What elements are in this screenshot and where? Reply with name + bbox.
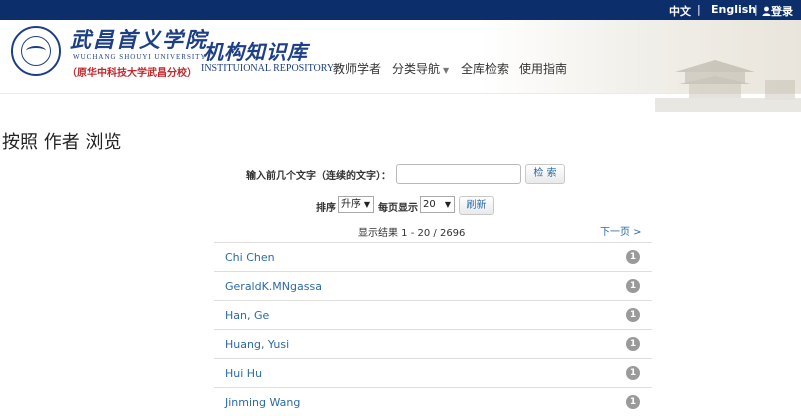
author-name-link[interactable]: GeraldK.MNgassa — [225, 280, 322, 293]
search-input[interactable] — [396, 164, 521, 184]
search-label: 输入前几个文字（连续的文字）： — [246, 171, 391, 182]
sort-order-label: 排序 — [316, 203, 336, 214]
lang-chinese-link[interactable]: 中文 — [669, 3, 691, 19]
results-summary: 显示结果 1 - 20 / 2696 — [358, 228, 466, 239]
lang-separator-2: | — [754, 3, 758, 16]
search-button[interactable]: 检 索 — [525, 164, 565, 184]
list-item[interactable]: Hui Hu 1 — [214, 358, 652, 387]
per-page-value: 20 — [423, 199, 436, 210]
author-name-link[interactable]: Huang, Yusi — [225, 338, 289, 351]
dropdown-arrow-icon-2: ▼ — [444, 200, 451, 209]
nav-item-browse[interactable]: 分类导航 ▼ — [392, 60, 449, 77]
author-list: Chi Chen 1 GeraldK.MNgassa 1 Han, Ge 1 H… — [214, 242, 652, 416]
nav-item-search[interactable]: 全库检索 — [461, 60, 509, 77]
count-badge: 1 — [626, 395, 640, 409]
nav-item-guide[interactable]: 使用指南 — [519, 60, 567, 77]
list-item[interactable]: GeraldK.MNgassa 1 — [214, 271, 652, 300]
dropdown-arrow-icon: ▼ — [363, 200, 370, 209]
count-badge: 1 — [626, 250, 640, 264]
nav-item-scholars[interactable]: 教师学者 — [333, 60, 381, 77]
per-page-label: 每页显示 — [378, 203, 418, 214]
site-header: 武昌首义学院 WUCHANG SHOUYI UNIVERSITY （原华中科技大… — [0, 20, 801, 112]
emblem-wing-icon — [26, 46, 46, 56]
chevron-down-icon: ▼ — [443, 66, 450, 75]
author-name-link[interactable]: Hui Hu — [225, 367, 262, 380]
author-name-link[interactable]: Chi Chen — [225, 251, 275, 264]
login-label: 登录 — [771, 5, 793, 18]
count-badge: 1 — [626, 308, 640, 322]
repository-name-cn: 机构知识库 — [203, 40, 308, 64]
school-name-cn: 武昌首义学院 — [70, 27, 208, 52]
author-name-link[interactable]: Han, Ge — [225, 309, 269, 322]
sort-order-value: 升序 — [341, 199, 361, 210]
sort-order-select[interactable]: 升序 ▼ — [338, 196, 374, 213]
school-name-en: WUCHANG SHOUYI UNIVERSITY — [73, 53, 207, 61]
building-decoration-icon — [655, 60, 801, 112]
author-name-link[interactable]: Jinming Wang — [225, 396, 300, 409]
lang-separator: | — [697, 3, 701, 16]
list-item[interactable]: Huang, Yusi 1 — [214, 329, 652, 358]
university-emblem-logo[interactable] — [11, 26, 61, 76]
next-page-link[interactable]: 下一页 > — [600, 223, 642, 238]
list-item[interactable]: Jinming Wang 1 — [214, 387, 652, 416]
nav-browse-label: 分类导航 — [392, 62, 441, 76]
page-title: 按照 作者 浏览 — [2, 132, 122, 153]
per-page-select[interactable]: 20 ▼ — [420, 196, 455, 213]
user-icon — [762, 6, 771, 16]
lang-english-link[interactable]: English — [711, 3, 756, 16]
list-item[interactable]: Han, Ge 1 — [214, 300, 652, 329]
repository-name-en: INSTITUIONAL REPOSITORY — [201, 63, 335, 74]
top-bar: 中文 | English | 登录 — [0, 0, 801, 20]
count-badge: 1 — [626, 279, 640, 293]
list-item[interactable]: Chi Chen 1 — [214, 242, 652, 271]
count-badge: 1 — [626, 366, 640, 380]
login-link[interactable]: 登录 — [762, 3, 793, 19]
refresh-button[interactable]: 刷新 — [459, 196, 494, 215]
school-subtitle: （原华中科技大学武昌分校） — [67, 68, 197, 79]
count-badge: 1 — [626, 337, 640, 351]
